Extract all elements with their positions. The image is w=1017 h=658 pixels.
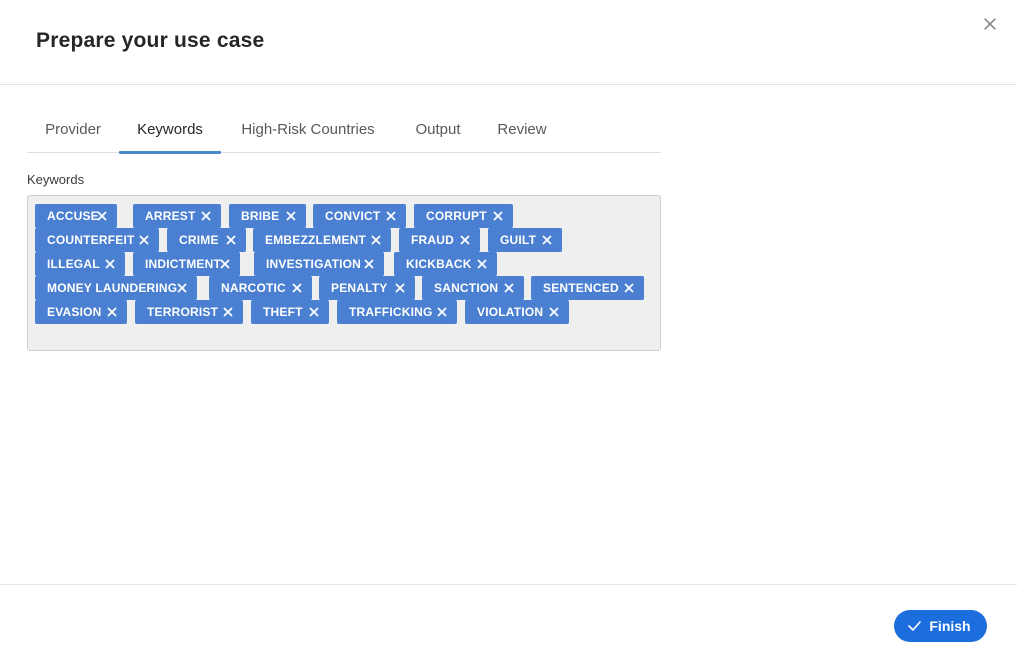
keyword-chip: GUILT	[488, 228, 562, 252]
tab-keywords[interactable]: Keywords	[119, 113, 221, 154]
close-icon	[984, 18, 996, 30]
remove-keyword-icon[interactable]	[460, 235, 470, 245]
keyword-chip: EMBEZZLEMENT	[253, 228, 391, 252]
remove-keyword-icon[interactable]	[105, 259, 115, 269]
keyword-chip-label: KICKBACK	[406, 257, 472, 271]
keyword-chip: CRIME	[167, 228, 246, 252]
close-button[interactable]	[979, 13, 1001, 35]
remove-keyword-icon[interactable]	[395, 283, 405, 293]
keyword-chip-label: VIOLATION	[477, 305, 544, 319]
keyword-chip: PENALTY	[319, 276, 415, 300]
remove-keyword-icon[interactable]	[371, 235, 381, 245]
remove-keyword-icon[interactable]	[309, 307, 319, 317]
remove-keyword-icon[interactable]	[223, 307, 233, 317]
dialog-footer	[0, 584, 1017, 658]
keyword-chip: INDICTMENT	[133, 252, 240, 276]
keyword-chip-label: ACCUSE	[47, 209, 99, 223]
tab-label: High-Risk Countries	[241, 121, 375, 138]
keyword-chip: VIOLATION	[465, 300, 569, 324]
keyword-chip-label: NARCOTIC	[221, 281, 286, 295]
keyword-chip: CORRUPT	[414, 204, 513, 228]
finish-label: Finish	[929, 618, 971, 634]
keyword-chip-label: CONVICT	[325, 209, 381, 223]
remove-keyword-icon[interactable]	[201, 211, 211, 221]
keyword-chip-label: COUNTERFEIT	[47, 233, 135, 247]
keyword-chip: SENTENCED	[531, 276, 644, 300]
keyword-chip: ARREST	[133, 204, 221, 228]
keyword-chip-label: FRAUD	[411, 233, 454, 247]
keyword-chip: ACCUSE	[35, 204, 117, 228]
keyword-chip-label: BRIBE	[241, 209, 280, 223]
dialog-title: Prepare your use case	[36, 29, 265, 52]
keyword-chip: BRIBE	[229, 204, 306, 228]
keyword-chip-label: ILLEGAL	[47, 257, 100, 271]
keyword-chip-label: INDICTMENT	[145, 257, 221, 271]
keyword-chip-label: SANCTION	[434, 281, 499, 295]
tab-provider[interactable]: Provider	[27, 113, 119, 153]
tab-label: Provider	[45, 121, 101, 138]
remove-keyword-icon[interactable]	[386, 211, 396, 221]
keyword-chip: MONEY LAUNDERING	[35, 276, 197, 300]
remove-keyword-icon[interactable]	[177, 283, 187, 293]
keyword-chip: NARCOTIC	[209, 276, 312, 300]
keyword-chip-label: EVASION	[47, 305, 102, 319]
remove-keyword-icon[interactable]	[624, 283, 634, 293]
keyword-chip-label: ARREST	[145, 209, 196, 223]
keyword-chip: FRAUD	[399, 228, 480, 252]
keyword-chip-label: CORRUPT	[426, 209, 487, 223]
remove-keyword-icon[interactable]	[364, 259, 374, 269]
keyword-chip: COUNTERFEIT	[35, 228, 159, 252]
remove-keyword-icon[interactable]	[286, 211, 296, 221]
tab-high-risk-countries[interactable]: High-Risk Countries	[221, 113, 395, 153]
keyword-chip: TERRORIST	[135, 300, 243, 324]
remove-keyword-icon[interactable]	[139, 235, 149, 245]
keyword-chip-label: SENTENCED	[543, 281, 619, 295]
keywords-label: Keywords	[27, 172, 85, 187]
tab-review[interactable]: Review	[481, 113, 563, 153]
remove-keyword-icon[interactable]	[542, 235, 552, 245]
finish-button[interactable]: Finish	[894, 610, 987, 642]
tab-output[interactable]: Output	[395, 113, 481, 153]
keyword-chip: EVASION	[35, 300, 127, 324]
remove-keyword-icon[interactable]	[226, 235, 236, 245]
remove-keyword-icon[interactable]	[493, 211, 503, 221]
keyword-chip-label: THEFT	[263, 305, 303, 319]
keyword-chip-label: TRAFFICKING	[349, 305, 433, 319]
remove-keyword-icon[interactable]	[477, 259, 487, 269]
remove-keyword-icon[interactable]	[97, 211, 107, 221]
remove-keyword-icon[interactable]	[107, 307, 117, 317]
remove-keyword-icon[interactable]	[220, 259, 230, 269]
keyword-chip-label: EMBEZZLEMENT	[265, 233, 367, 247]
keyword-chip-label: TERRORIST	[147, 305, 219, 319]
dialog-header: Prepare your use case	[0, 0, 1017, 85]
check-icon	[908, 621, 922, 631]
keyword-chip-label: GUILT	[500, 233, 537, 247]
tab-label: Keywords	[137, 121, 203, 138]
remove-keyword-icon[interactable]	[292, 283, 302, 293]
tab-bar: Provider Keywords High-Risk Countries Ou…	[27, 113, 661, 154]
keywords-input[interactable]: ACCUSE ARREST BRIBE CONVICT CORRUPT COUNTERFE…	[27, 195, 661, 351]
tab-label: Output	[415, 121, 461, 138]
keyword-chip: TRAFFICKING	[337, 300, 457, 324]
keyword-chip: ILLEGAL	[35, 252, 125, 276]
tab-label: Review	[497, 121, 547, 138]
keyword-chip: CONVICT	[313, 204, 406, 228]
keyword-chip: INVESTIGATION	[254, 252, 384, 276]
keyword-chip-label: CRIME	[179, 233, 219, 247]
keyword-chip: KICKBACK	[394, 252, 497, 276]
keyword-chip: THEFT	[251, 300, 329, 324]
remove-keyword-icon[interactable]	[549, 307, 559, 317]
remove-keyword-icon[interactable]	[504, 283, 514, 293]
keyword-chip-label: INVESTIGATION	[266, 257, 362, 271]
keyword-chip: SANCTION	[422, 276, 524, 300]
remove-keyword-icon[interactable]	[437, 307, 447, 317]
keyword-chip-label: PENALTY	[331, 281, 388, 295]
keyword-chip-label: MONEY LAUNDERING	[47, 281, 178, 295]
